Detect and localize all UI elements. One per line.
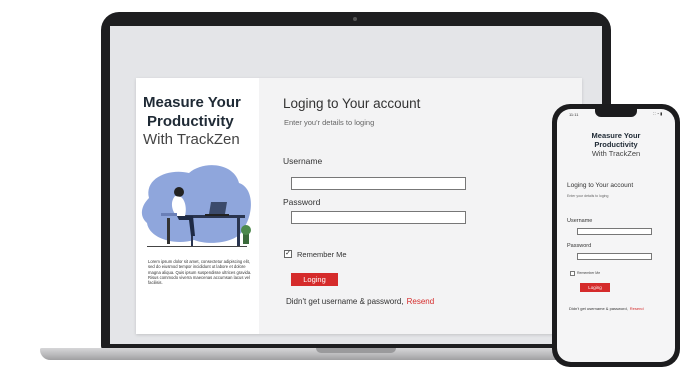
mobile-username-label: Username — [567, 218, 593, 224]
camera-icon — [353, 17, 357, 21]
mobile-forgot-label: Didn't get username & password, — [569, 306, 628, 311]
mobile-page-title: Loging to Your account — [567, 182, 634, 189]
mobile-resend-link[interactable]: Resend — [630, 306, 644, 311]
laptop-screen: Measure Your Productivity With TrackZen — [110, 26, 602, 344]
brand-tagline: With TrackZen — [143, 131, 240, 148]
login-button[interactable]: Loging — [291, 273, 338, 286]
login-card: Measure Your Productivity With TrackZen — [136, 78, 582, 334]
brand-title-line1: Measure Your — [143, 94, 241, 111]
forgot-text: Didn't get username & password, — [286, 297, 404, 306]
mobile-brand-line2: Productivity — [594, 140, 638, 149]
description-text: Lorem ipsum dolor sit amet, consectetur … — [148, 259, 252, 286]
page-title: Loging to Your account — [283, 96, 421, 111]
page-subtitle: Enter you'r details to loging — [284, 118, 375, 127]
phone-device: 11:11 ∷ ◔ ▮ Measure Your Productivity Wi… — [552, 104, 680, 367]
mobile-brand-tagline: With TrackZen — [591, 149, 641, 158]
remember-me-label: Remember Me — [297, 250, 347, 259]
mobile-login-button[interactable]: Loging — [580, 283, 610, 292]
workspace-illustration-icon — [141, 165, 251, 247]
phone-screen: 11:11 ∷ ◔ ▮ Measure Your Productivity Wi… — [557, 109, 675, 362]
brand-panel: Measure Your Productivity With TrackZen — [136, 78, 259, 334]
brand-title-line2: Productivity — [147, 113, 234, 130]
password-input[interactable] — [291, 211, 466, 224]
username-input[interactable] — [291, 177, 466, 190]
status-time: 11:11 — [569, 112, 579, 117]
mobile-password-label: Password — [567, 243, 592, 249]
resend-link[interactable]: Resend — [407, 297, 435, 306]
username-label: Username — [283, 156, 323, 166]
mobile-password-input[interactable] — [577, 253, 652, 260]
remember-me-checkbox[interactable]: ✓ — [284, 250, 292, 258]
laptop-device: Measure Your Productivity With TrackZen — [101, 12, 611, 350]
forgot-credentials-text: Didn't get username & password, Resend — [286, 297, 434, 306]
mobile-username-input[interactable] — [577, 228, 652, 235]
mobile-remember-label: Remember Me — [577, 271, 601, 275]
laptop-notch — [316, 348, 396, 353]
mobile-remember-checkbox[interactable] — [570, 271, 575, 276]
mobile-forgot-text: Didn't get username & password, Resend — [569, 306, 644, 311]
mobile-page-subtitle: Enter your details to loging — [567, 194, 609, 198]
phone-notch — [595, 109, 637, 117]
mobile-brand-line1: Measure Your — [591, 131, 641, 140]
signal-battery-icon: ∷ ◔ ▮ — [653, 111, 663, 116]
login-panel: Loging to Your account Enter you'r detai… — [259, 78, 582, 334]
password-label: Password — [283, 197, 321, 207]
